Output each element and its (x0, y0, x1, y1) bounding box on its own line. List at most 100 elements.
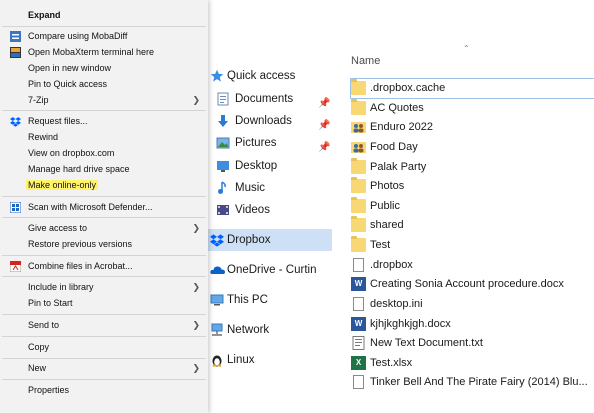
file-name: Tinker Bell And The Pirate Fairy (2014) … (370, 376, 588, 388)
dropbox-icon (210, 233, 224, 247)
file-row[interactable]: desktop.ini (351, 295, 594, 314)
file-name: Photos (370, 180, 405, 192)
file-icon (353, 375, 364, 389)
nav-item-label: Dropbox (227, 234, 271, 246)
menu-item-label: 7-Zip (28, 95, 49, 105)
menu-item-label: Open in new window (28, 63, 112, 73)
file-row[interactable]: Tinker Bell And The Pirate Fairy (2014) … (351, 373, 594, 392)
menu-item-label: Restore previous versions (28, 239, 133, 249)
menu-item-label: Copy (28, 342, 50, 352)
menu-item-label: Pin to Start (28, 298, 73, 308)
menu-item-compare-mobadiff[interactable]: Compare using MobaDiff (0, 28, 208, 44)
file-name: kjhjkghkjgh.docx (370, 318, 451, 330)
nav-item-desktop[interactable]: Desktop (208, 155, 332, 177)
nav-item-videos[interactable]: Videos (208, 199, 332, 221)
menu-item-send-to[interactable]: Send to ❯ (0, 317, 208, 333)
shared-folder-icon (351, 120, 366, 134)
nav-item-label: Network (227, 324, 270, 336)
folder-icon (351, 197, 366, 213)
nav-item-label: Videos (235, 204, 270, 216)
nav-item-downloads[interactable]: Downloads 📌 (208, 110, 332, 132)
menu-separator (2, 196, 206, 197)
settings-file-icon (353, 297, 364, 311)
menu-item-scan-defender[interactable]: Scan with Microsoft Defender... (0, 199, 208, 215)
excel-document-icon: X (351, 356, 366, 370)
nav-item-label: Documents (235, 93, 294, 105)
menu-item-label: Request files... (28, 116, 88, 126)
nav-item-quick-access[interactable]: Quick access (208, 65, 332, 87)
defender-icon (9, 201, 22, 214)
file-row[interactable]: New Text Document.txt (351, 334, 594, 353)
menu-item-combine-acrobat[interactable]: Combine files in Acrobat... (0, 258, 208, 274)
nav-item-label: Music (235, 182, 266, 194)
menu-item-make-online-only[interactable]: Make online-only (0, 177, 208, 193)
folder-icon (351, 158, 366, 174)
file-row[interactable]: W kjhjkghkjgh.docx (351, 315, 594, 334)
menu-item-label: Manage hard drive space (28, 164, 130, 174)
file-row[interactable]: .dropbox.cache (350, 78, 594, 99)
downloads-icon (216, 114, 230, 128)
menu-item-open-mobaxterm[interactable]: Open MobaXterm terminal here (0, 44, 208, 60)
menu-separator (2, 314, 206, 315)
file-row[interactable]: shared (351, 216, 594, 235)
file-row[interactable]: AC Quotes (351, 99, 594, 118)
menu-item-pin-quick-access[interactable]: Pin to Quick access (0, 76, 208, 92)
menu-separator (2, 336, 206, 337)
file-row[interactable]: Public (351, 197, 594, 216)
menu-item-new[interactable]: New ❯ (0, 360, 208, 376)
nav-item-documents[interactable]: Documents 📌 (208, 88, 332, 110)
nav-item-this-pc[interactable]: This PC (208, 289, 332, 311)
file-name: desktop.ini (370, 298, 423, 310)
name-column-header[interactable]: Name (351, 55, 380, 67)
nav-item-music[interactable]: Music (208, 177, 332, 199)
menu-item-label: Make online-only (26, 180, 99, 190)
menu-separator (2, 379, 206, 380)
file-row[interactable]: Palak Party (351, 158, 594, 177)
nav-item-label: Quick access (227, 70, 296, 82)
menu-item-7zip[interactable]: 7-Zip ❯ (0, 92, 208, 108)
folder-icon (351, 177, 366, 193)
videos-icon (216, 203, 230, 217)
nav-item-linux[interactable]: Linux (208, 349, 332, 371)
file-name: Palak Party (370, 161, 427, 173)
menu-item-view-dropbox[interactable]: View on dropbox.com (0, 145, 208, 161)
chevron-right-icon: ❯ (192, 363, 200, 373)
menu-item-open-new-window[interactable]: Open in new window (0, 60, 208, 76)
menu-item-label: Rewind (28, 132, 59, 142)
nav-item-dropbox[interactable]: Dropbox (208, 229, 332, 251)
nav-item-onedrive[interactable]: OneDrive - Curtin (208, 259, 332, 281)
file-row[interactable]: W Creating Sonia Account procedure.docx (351, 275, 594, 294)
onedrive-icon (210, 263, 225, 277)
file-name: Test (370, 239, 391, 251)
nav-item-pictures[interactable]: Pictures 📌 (208, 132, 332, 154)
file-name: .dropbox (370, 259, 413, 271)
file-row[interactable]: Test (351, 236, 594, 255)
menu-item-label: View on dropbox.com (28, 148, 115, 158)
folder-icon (351, 79, 366, 95)
menu-item-copy[interactable]: Copy (0, 339, 208, 355)
menu-item-restore-versions[interactable]: Restore previous versions (0, 236, 208, 252)
file-name: Public (370, 200, 400, 212)
file-row[interactable]: X Test.xlsx (351, 354, 594, 373)
menu-separator (2, 255, 206, 256)
desktop-icon (216, 159, 230, 173)
context-menu: Expand Compare using MobaDiff Open MobaX… (0, 0, 208, 413)
menu-item-pin-start[interactable]: Pin to Start (0, 295, 208, 311)
menu-item-manage-space[interactable]: Manage hard drive space (0, 161, 208, 177)
file-row[interactable]: Food Day (351, 138, 594, 157)
nav-item-label: Desktop (235, 160, 278, 172)
menu-item-request-files[interactable]: Request files... (0, 113, 208, 129)
file-row[interactable]: Photos (351, 177, 594, 196)
menu-item-give-access[interactable]: Give access to ❯ (0, 220, 208, 236)
menu-item-rewind[interactable]: Rewind (0, 129, 208, 145)
menu-item-include-library[interactable]: Include in library ❯ (0, 279, 208, 295)
file-row[interactable]: Enduro 2022 (351, 118, 594, 137)
linux-icon (210, 353, 224, 367)
menu-item-label: Combine files in Acrobat... (28, 261, 133, 271)
mobaxterm-icon (10, 47, 21, 58)
menu-item-properties[interactable]: Properties (0, 382, 208, 398)
nav-item-network[interactable]: Network (208, 319, 332, 341)
file-name: Test.xlsx (370, 357, 413, 369)
menu-item-expand[interactable]: Expand (0, 7, 208, 23)
file-row[interactable]: .dropbox (351, 256, 594, 275)
